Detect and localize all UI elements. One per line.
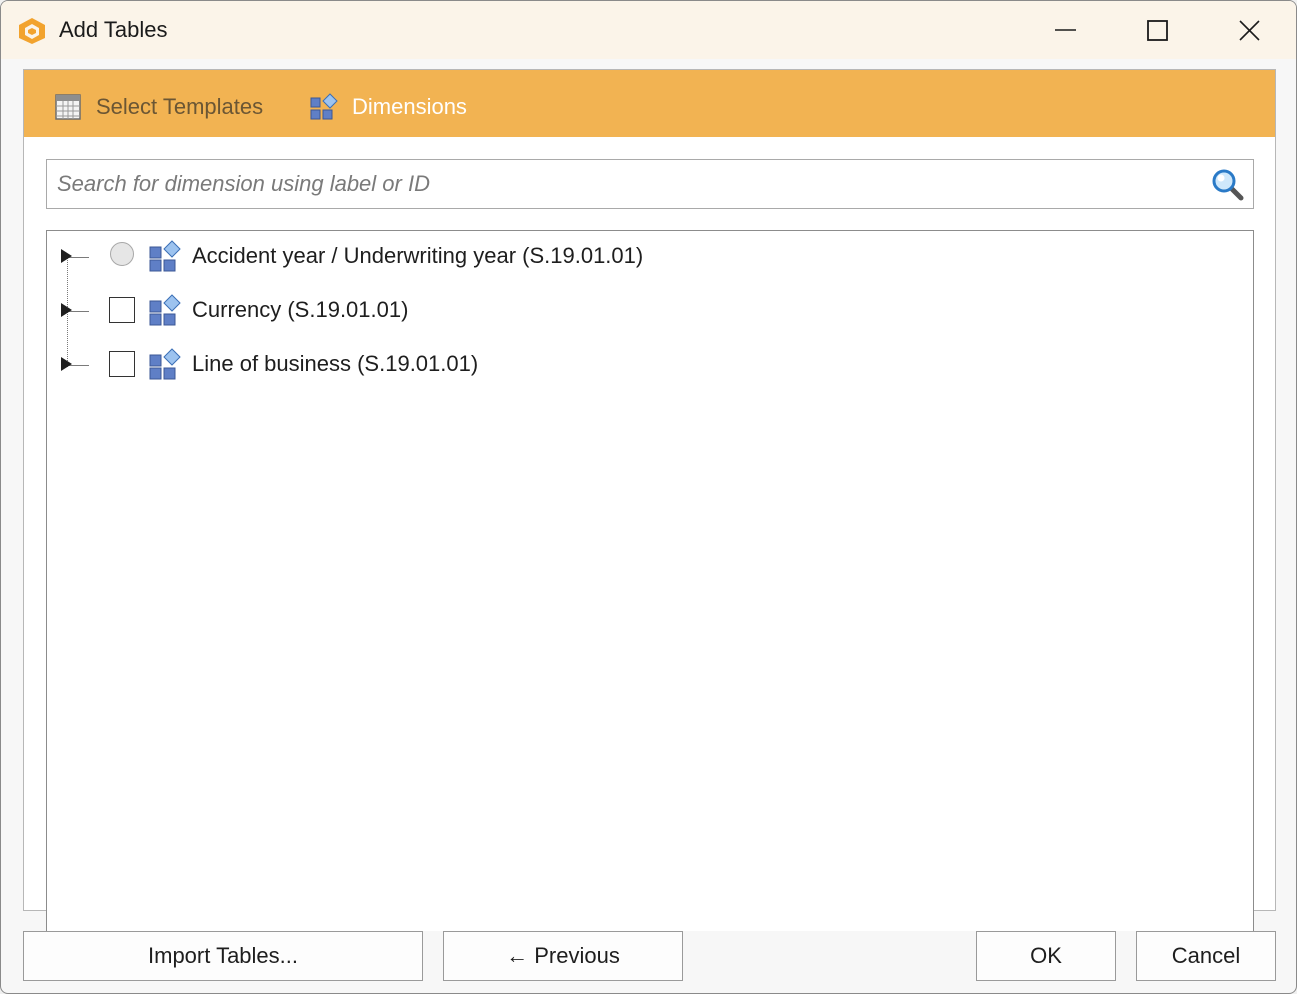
- close-button[interactable]: [1229, 11, 1269, 49]
- tab-select-templates-label: Select Templates: [96, 94, 264, 119]
- dimension-icon: [310, 93, 338, 120]
- tree-node-label: Currency (S.19.01.01): [192, 297, 409, 322]
- window-title: Add Tables: [59, 17, 168, 42]
- minimize-button[interactable]: [1045, 11, 1085, 49]
- tree-node-label: Accident year / Underwriting year (S.19.…: [192, 243, 644, 268]
- dimension-tree: Accident year / Underwriting year (S.19.…: [46, 230, 1254, 931]
- tab-select-templates[interactable]: Select Templates: [54, 92, 284, 122]
- search-icon[interactable]: [1211, 168, 1245, 202]
- previous-button[interactable]: ← Previous: [443, 931, 683, 981]
- search-box: [46, 159, 1254, 209]
- tab-dimensions[interactable]: Dimensions: [310, 92, 490, 122]
- dimension-icon: [149, 348, 181, 380]
- close-icon: [1239, 20, 1260, 41]
- search-input[interactable]: [57, 160, 1197, 208]
- tree-node[interactable]: Currency (S.19.01.01): [47, 291, 1247, 331]
- expand-arrow-icon[interactable]: [61, 357, 72, 371]
- tree-node[interactable]: Line of business (S.19.01.01): [47, 345, 1247, 385]
- minimize-icon: [1055, 29, 1076, 31]
- app-logo-icon: [19, 18, 45, 44]
- import-tables-button[interactable]: Import Tables...: [23, 931, 423, 981]
- dimension-icon: [149, 240, 181, 272]
- cancel-button[interactable]: Cancel: [1136, 931, 1276, 981]
- content-panel: Select Templates Dimensions Search for d…: [23, 69, 1276, 931]
- tab-dimensions-label: Dimensions: [352, 94, 467, 119]
- add-tables-dialog: Add Tables Select Templates Dimensions S…: [0, 0, 1297, 994]
- node-radio[interactable]: [110, 242, 134, 266]
- tree-node-label: Line of business (S.19.01.01): [192, 351, 479, 376]
- ok-button[interactable]: OK: [976, 931, 1116, 981]
- title-bar: Add Tables: [1, 1, 1296, 59]
- node-checkbox[interactable]: [109, 297, 135, 323]
- maximize-button[interactable]: [1137, 11, 1177, 49]
- table-grid-icon: [55, 94, 81, 120]
- expand-arrow-icon[interactable]: [61, 249, 72, 263]
- maximize-icon: [1147, 20, 1168, 41]
- tree-node[interactable]: Accident year / Underwriting year (S.19.…: [47, 237, 1247, 277]
- expand-arrow-icon[interactable]: [61, 303, 72, 317]
- dimension-icon: [149, 294, 181, 326]
- node-checkbox[interactable]: [109, 351, 135, 377]
- wizard-tab-bar: Select Templates Dimensions: [24, 70, 1275, 137]
